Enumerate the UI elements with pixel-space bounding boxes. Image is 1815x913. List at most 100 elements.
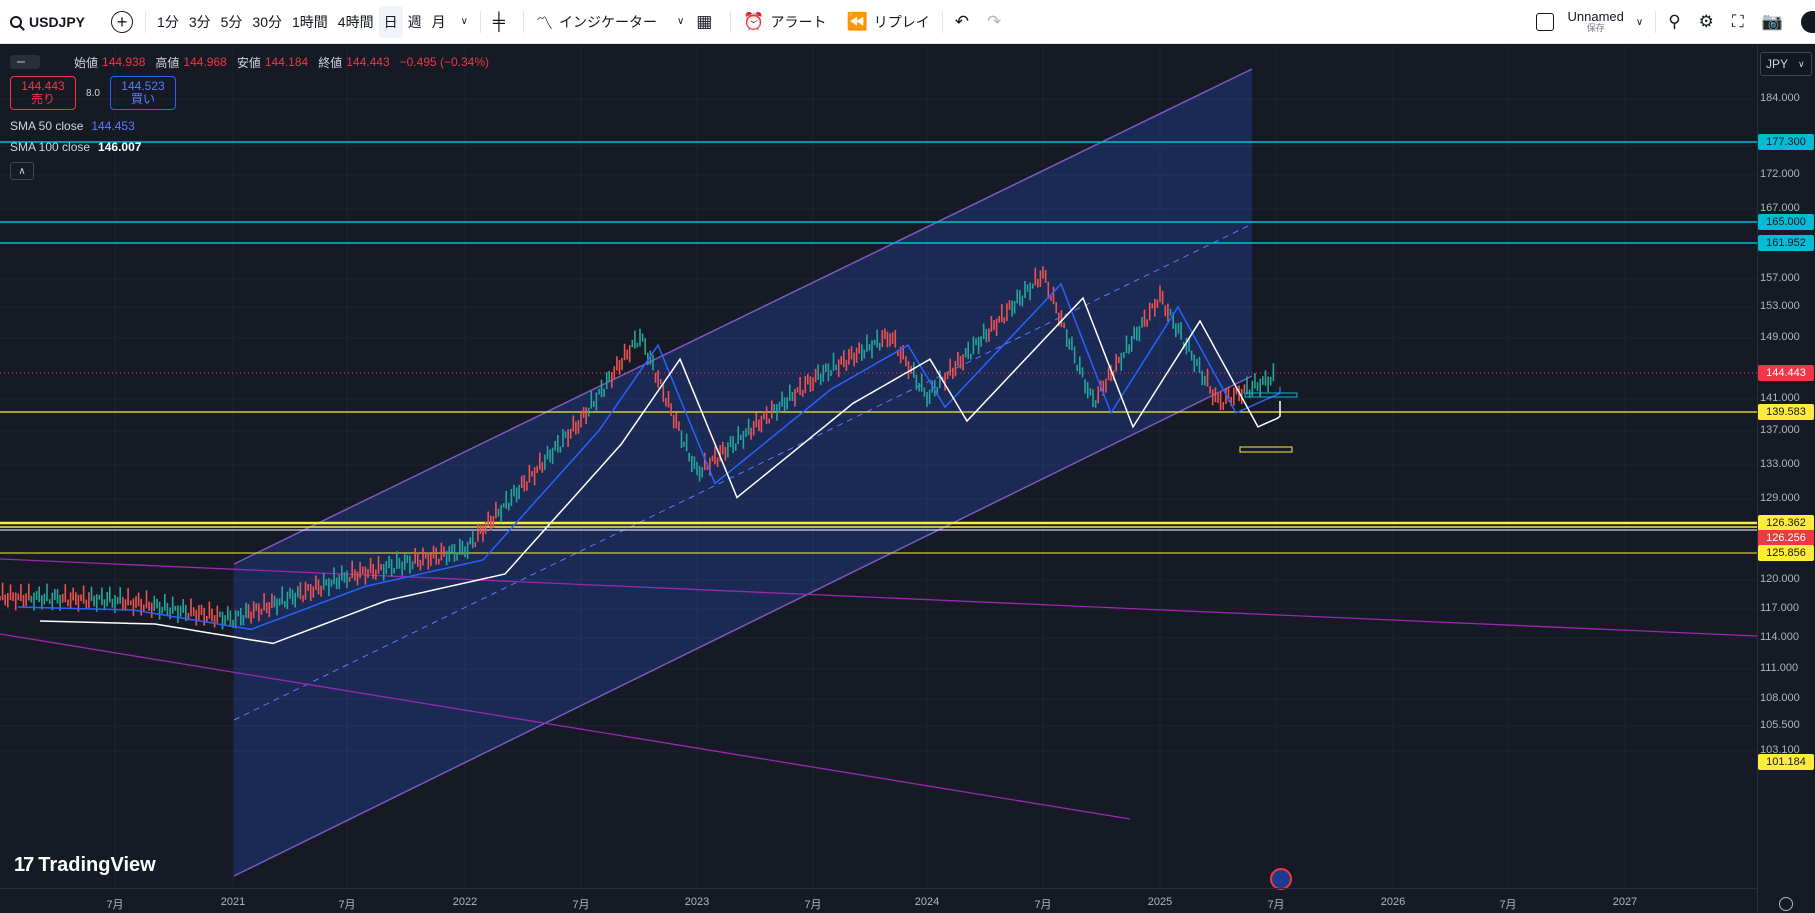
toolbar-divider: [730, 10, 732, 33]
price-tick-label: 157.000: [1760, 272, 1800, 284]
tv-logo-icon: 17: [14, 854, 34, 876]
templates-button[interactable]: ▦: [690, 6, 724, 38]
undo-icon: ↶: [954, 11, 969, 31]
symbol-search-button[interactable]: USDJPY: [0, 6, 91, 38]
open-label: 始値: [74, 55, 99, 70]
time-tick-label: 2021: [220, 896, 246, 908]
price-tick-label: 137.000: [1760, 424, 1800, 436]
toolbar-divider: [522, 10, 524, 33]
price-tick-label: 184.000: [1760, 92, 1800, 104]
top-toolbar: USDJPY + 1分 3分 5分 30分 1時間 4時間 日 週 月 ∨ ╪ …: [0, 0, 1815, 44]
price-tick-label: 117.000: [1760, 602, 1799, 614]
lightning-search-icon: ⚲: [1668, 12, 1681, 31]
plus-icon: +: [111, 10, 134, 33]
price-tick-label: 167.000: [1760, 202, 1800, 214]
drawn-rectangle: [1239, 446, 1293, 453]
redo-button[interactable]: ↷: [981, 6, 1013, 38]
interval-1h[interactable]: 1時間: [287, 6, 333, 38]
interval-3m[interactable]: 3分: [184, 6, 216, 38]
change-value: −0.495 (−0.34%): [399, 55, 490, 69]
time-tick-label: 7月: [572, 899, 590, 911]
chart-type-button[interactable]: ╪: [487, 6, 517, 38]
interval-month[interactable]: 月: [427, 6, 451, 38]
sma50-label: SMA 50 close: [10, 118, 84, 133]
camera-icon: 📷: [1761, 12, 1783, 31]
chevron-down-icon: ∨: [1635, 16, 1644, 28]
price-tick-label: 149.000: [1760, 331, 1800, 343]
redo-icon: ↷: [986, 11, 1002, 31]
time-tick-label: 2022: [452, 896, 478, 908]
tradingview-logo: 17 TradingView: [14, 854, 156, 877]
chevron-down-icon: ∨: [676, 16, 685, 27]
indicators-icon: 〽: [535, 14, 553, 33]
account-button[interactable]: [1795, 6, 1815, 38]
price-level-label: 126.362: [1758, 515, 1814, 531]
interval-30m[interactable]: 30分: [247, 6, 287, 38]
open-value: 144.938: [102, 55, 146, 69]
interval-dropdown[interactable]: ∨: [451, 6, 474, 38]
price-tick-label: 133.000: [1760, 458, 1800, 470]
price-tick-label: 105.500: [1760, 719, 1800, 731]
collapse-legend-button[interactable]: ∧: [10, 162, 34, 180]
search-icon: [10, 15, 22, 28]
close-value: 144.443: [346, 55, 390, 69]
spread-value: 8.0: [86, 87, 100, 99]
time-tick-label: 2026: [1380, 896, 1406, 908]
snapshot-button[interactable]: 📷: [1756, 6, 1795, 38]
close-label: 終値: [318, 55, 343, 70]
gear-icon: ⚙: [1698, 12, 1714, 31]
price-tick-label: 120.000: [1760, 573, 1800, 585]
symbol-name: USDJPY: [29, 13, 86, 30]
interval-5m[interactable]: 5分: [216, 6, 248, 38]
ohlc-row: 始値 144.938 高値 144.968 安値 144.184 終値 144.443 …: [10, 54, 495, 70]
layout-button[interactable]: Unnamed 保存 ∨: [1530, 6, 1650, 38]
visibility-toggle[interactable]: [10, 55, 40, 69]
price-tick-label: 111.000: [1760, 662, 1799, 674]
sma100-legend[interactable]: SMA 100 close 146.007: [10, 138, 495, 155]
currency-label: JPY: [1766, 57, 1789, 71]
logo-text: TradingView: [38, 854, 156, 876]
time-tick-label: 2025: [1147, 896, 1173, 908]
toolbar-divider: [941, 10, 943, 33]
price-tick-label: 153.000: [1760, 300, 1800, 312]
settings-button[interactable]: ⚙: [1693, 6, 1726, 38]
compare-symbol-button[interactable]: +: [105, 6, 139, 38]
buy-label: 買い: [130, 92, 155, 106]
us-event-flag-icon[interactable]: [1270, 868, 1292, 890]
interval-4h[interactable]: 4時間: [333, 6, 379, 38]
trade-buttons: 144.443 売り 8.0 144.523 買い: [10, 76, 495, 110]
quick-search-button[interactable]: ⚲: [1662, 6, 1692, 38]
undo-button[interactable]: ↶: [949, 6, 981, 38]
interval-week[interactable]: 週: [403, 6, 427, 38]
interval-day[interactable]: 日: [378, 5, 403, 38]
price-level-label: 125.856: [1758, 545, 1814, 561]
alert-button[interactable]: ⏰ アラート: [737, 6, 832, 38]
chevron-down-icon: ∨: [1798, 58, 1805, 69]
currency-selector[interactable]: JPY ∨: [1760, 52, 1812, 76]
sell-button[interactable]: 144.443 売り: [10, 76, 76, 110]
sma50-legend[interactable]: SMA 50 close 144.453: [10, 117, 495, 134]
alert-label: アラート: [770, 13, 827, 30]
avatar: [1801, 11, 1815, 33]
fullscreen-button[interactable]: ⛶: [1726, 6, 1756, 38]
indicators-button[interactable]: 〽 インジケーター ∨: [530, 6, 690, 38]
scale-settings-icon[interactable]: [1779, 897, 1793, 911]
interval-1m[interactable]: 1分: [152, 6, 184, 38]
sell-label: 売り: [30, 92, 55, 106]
time-tick-label: 7月: [1499, 899, 1517, 911]
replay-button[interactable]: ⏪ リプレイ: [841, 6, 936, 38]
price-level-label: 165.000: [1758, 214, 1814, 230]
layout-name: Unnamed 保存: [1568, 10, 1624, 33]
layout-status: 保存: [1586, 23, 1605, 34]
time-tick-label: 7月: [1267, 899, 1285, 911]
time-axis[interactable]: 7月 2021 7月 2022 7月 2023 7月 2024 7月 2025 7月 2026 7月 20…: [0, 888, 1757, 913]
price-level-label: 126.256: [1758, 530, 1814, 546]
low-value: 144.184: [264, 55, 309, 69]
grid-icon: ▦: [696, 11, 713, 31]
time-tick-label: 7月: [338, 899, 356, 911]
chart-pane[interactable]: 始値 144.938 高値 144.968 安値 144.184 終値 144.443 …: [0, 46, 1815, 913]
indicators-label: インジケーター: [558, 13, 657, 30]
buy-button[interactable]: 144.523 買い: [110, 76, 176, 110]
price-level-label: 144.443: [1758, 365, 1814, 381]
rewind-icon: ⏪: [846, 11, 868, 31]
